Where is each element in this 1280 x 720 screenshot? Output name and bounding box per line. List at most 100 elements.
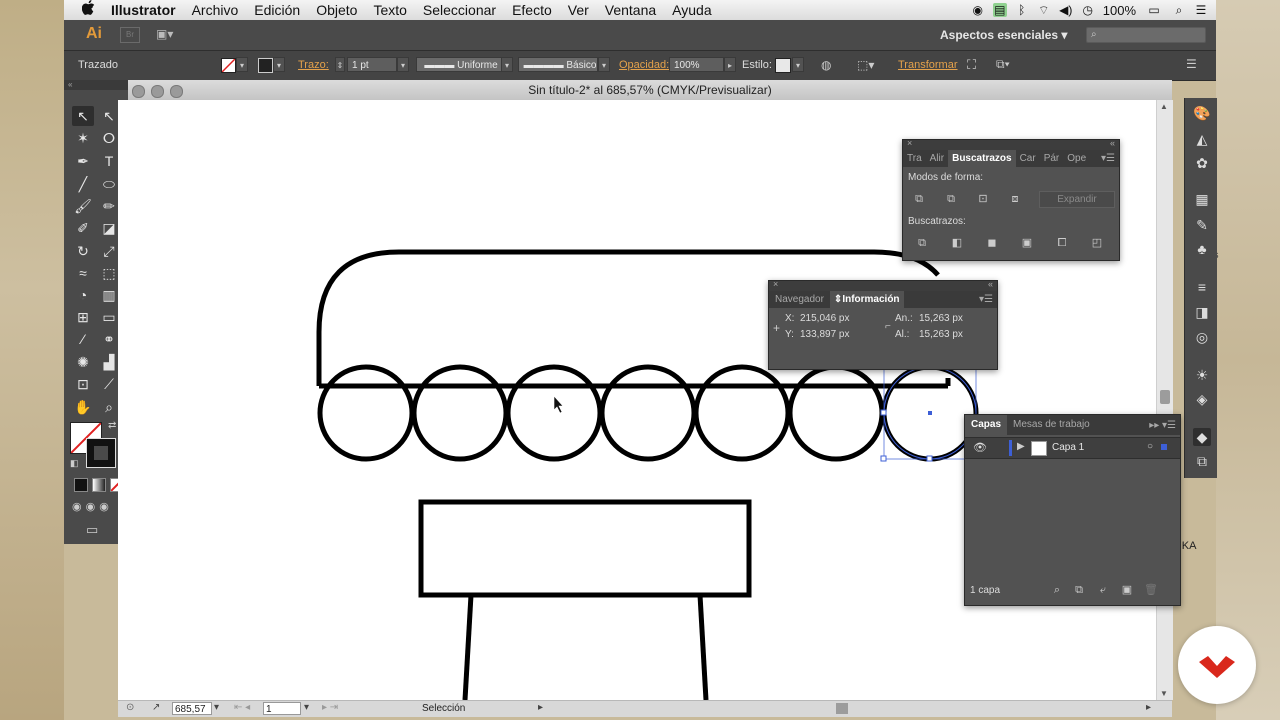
layers-panel-menu-icon[interactable]: ▸▸ ▾☰: [1149, 420, 1180, 431]
merge-icon[interactable]: ◼: [985, 236, 999, 250]
screen-mode-icon[interactable]: ▭: [86, 522, 98, 538]
exclude-icon[interactable]: ⧈: [1008, 192, 1022, 206]
opacity-dropdown[interactable]: ▸: [724, 57, 736, 72]
color-mode-icon[interactable]: [74, 478, 88, 492]
menu-texto[interactable]: Texto: [365, 0, 414, 20]
circle-1[interactable]: [317, 364, 415, 462]
status-icon[interactable]: ⊙: [126, 702, 134, 713]
pen-tool-icon[interactable]: ✒: [72, 151, 94, 171]
arrange-documents-button[interactable]: ▣▾: [156, 27, 182, 41]
apple-menu-icon[interactable]: [64, 0, 103, 20]
workspace-switcher[interactable]: Aspectos esenciales ▾: [940, 28, 1067, 42]
magic-wand-tool-icon[interactable]: ✶: [72, 128, 94, 148]
tab-opentype[interactable]: Ope: [1063, 150, 1090, 167]
symbol-sprayer-tool-icon[interactable]: ✺: [72, 352, 94, 372]
brush-definition[interactable]: ▬▬▬▬ Básico: [518, 57, 598, 72]
status-menu-icon[interactable]: ▸: [538, 702, 543, 713]
rectangle[interactable]: [418, 499, 752, 598]
selection-tool-icon[interactable]: ↖: [72, 106, 94, 126]
variable-width-profile[interactable]: ▬▬▬ Uniforme: [416, 57, 502, 72]
align-options-icon[interactable]: ⬚▾: [857, 58, 874, 72]
volume-icon[interactable]: ◀): [1059, 3, 1073, 17]
slice-tool-icon[interactable]: ⟋: [98, 374, 120, 394]
expand-button[interactable]: Expandir: [1039, 191, 1115, 208]
bluetooth-icon[interactable]: ᛒ: [1015, 3, 1029, 17]
menu-archivo[interactable]: Archivo: [184, 0, 247, 20]
tab-layers[interactable]: Capas: [965, 415, 1008, 435]
symbols-panel-icon[interactable]: ✿: [1193, 154, 1211, 172]
layer-selection-indicator[interactable]: [1161, 444, 1167, 450]
drawing-modes-icon[interactable]: ◉◉◉: [72, 500, 113, 513]
battery-icon[interactable]: ▭: [1144, 3, 1164, 17]
menu-efecto[interactable]: Efecto: [504, 0, 560, 20]
bridge-button[interactable]: Br: [120, 27, 140, 43]
stroke-panel-icon[interactable]: ≡: [1193, 278, 1211, 296]
share-icon[interactable]: ↗: [152, 702, 160, 713]
direct-selection-tool-icon[interactable]: ↖: [98, 106, 120, 126]
menu-ventana[interactable]: Ventana: [597, 0, 664, 20]
new-sublayer-icon[interactable]: ⤶: [1096, 583, 1110, 597]
stroke-color-box[interactable]: [86, 438, 116, 468]
new-layer-icon[interactable]: ▣: [1120, 583, 1134, 597]
rotate-tool-icon[interactable]: ↻: [72, 241, 94, 261]
layers-icon[interactable]: ◆: [1193, 428, 1211, 446]
tab-paragraph[interactable]: Pár: [1040, 150, 1064, 167]
circle-5[interactable]: [693, 364, 791, 462]
stroke-dropdown[interactable]: ▾: [273, 57, 285, 72]
gradient-tool-icon[interactable]: ▭: [98, 307, 120, 327]
symbols-icon[interactable]: ♣: [1193, 240, 1211, 258]
recolor-artwork-icon[interactable]: ◍: [821, 58, 831, 72]
zoom-tool-icon[interactable]: ⌕: [98, 397, 120, 417]
fill-dropdown[interactable]: ▾: [236, 57, 248, 72]
opacity-field[interactable]: 100%: [669, 57, 724, 72]
artboard-dropdown-icon[interactable]: ▾: [304, 702, 309, 713]
scale-tool-icon[interactable]: ⤢: [98, 241, 120, 261]
eyedropper-tool-icon[interactable]: ⁄: [72, 329, 94, 349]
isolate-icon[interactable]: ⛶: [967, 57, 976, 73]
minus-front-icon[interactable]: ⧉: [944, 192, 958, 206]
circle-3[interactable]: [505, 364, 603, 462]
scroll-down-icon[interactable]: ▼: [1160, 689, 1168, 698]
paintbrush-tool-icon[interactable]: 🖌: [72, 196, 94, 216]
divide-icon[interactable]: ⧉: [915, 236, 929, 250]
stroke-label[interactable]: Trazo:: [298, 59, 329, 71]
help-search-input[interactable]: ⌕: [1086, 27, 1206, 43]
delete-layer-icon[interactable]: 🗑: [1144, 583, 1158, 597]
control-panel-menu-icon[interactable]: ☰: [1186, 57, 1197, 71]
zoom-field[interactable]: 685,57: [172, 702, 212, 715]
crop-icon[interactable]: ▣: [1020, 236, 1034, 250]
blend-tool-icon[interactable]: ⚭: [98, 329, 120, 349]
close-info-panel-icon[interactable]: ×: [773, 279, 778, 289]
scroll-up-icon[interactable]: ▲: [1160, 102, 1168, 111]
minimize-window-icon[interactable]: [151, 85, 164, 98]
menu-ayuda[interactable]: Ayuda: [664, 0, 719, 20]
notification-list-icon[interactable]: ☰: [1194, 3, 1208, 17]
tab-align[interactable]: Alir: [926, 150, 948, 167]
tab-artboards[interactable]: Mesas de trabajo: [1007, 415, 1096, 435]
menu-edicion[interactable]: Edición: [246, 0, 308, 20]
blob-brush-tool-icon[interactable]: ✐: [72, 218, 94, 238]
color-guide-icon[interactable]: 🎨: [1193, 104, 1211, 122]
horizontal-scroll-thumb[interactable]: [836, 703, 848, 714]
collapse-panel-icon[interactable]: «: [1110, 138, 1115, 148]
brushes-icon[interactable]: ✎: [1193, 216, 1211, 234]
panel-header[interactable]: × «: [903, 138, 1119, 150]
first-artboard-icon[interactable]: ⇤ ◂: [234, 702, 250, 713]
default-fill-stroke-icon[interactable]: ◧: [70, 458, 79, 469]
gradient-mode-icon[interactable]: [92, 478, 106, 492]
tab-info[interactable]: ⇕Información: [829, 291, 904, 308]
artboards-icon[interactable]: ⧉: [1193, 452, 1211, 470]
unite-icon[interactable]: ⧉: [912, 192, 926, 206]
artboard-tool-icon[interactable]: ⊡: [72, 374, 94, 394]
circle-2[interactable]: [411, 364, 509, 462]
wifi-icon[interactable]: ⌔: [1037, 3, 1051, 17]
outline-icon[interactable]: ⧠: [1055, 236, 1069, 250]
lasso-tool-icon[interactable]: ⵔ: [98, 128, 120, 148]
hand-tool-icon[interactable]: ✋: [72, 397, 94, 417]
stroke-swatch[interactable]: [258, 58, 273, 73]
panel-menu-icon[interactable]: ▾☰: [1101, 153, 1119, 164]
next-artboard-icon[interactable]: ▸ ⇥: [322, 702, 338, 713]
document-title-bar[interactable]: Sin título-2* al 685,57% (CMYK/Previsual…: [128, 80, 1172, 100]
free-transform-tool-icon[interactable]: ⬚: [98, 263, 120, 283]
stroke-weight-stepper[interactable]: ⇕: [335, 57, 345, 72]
